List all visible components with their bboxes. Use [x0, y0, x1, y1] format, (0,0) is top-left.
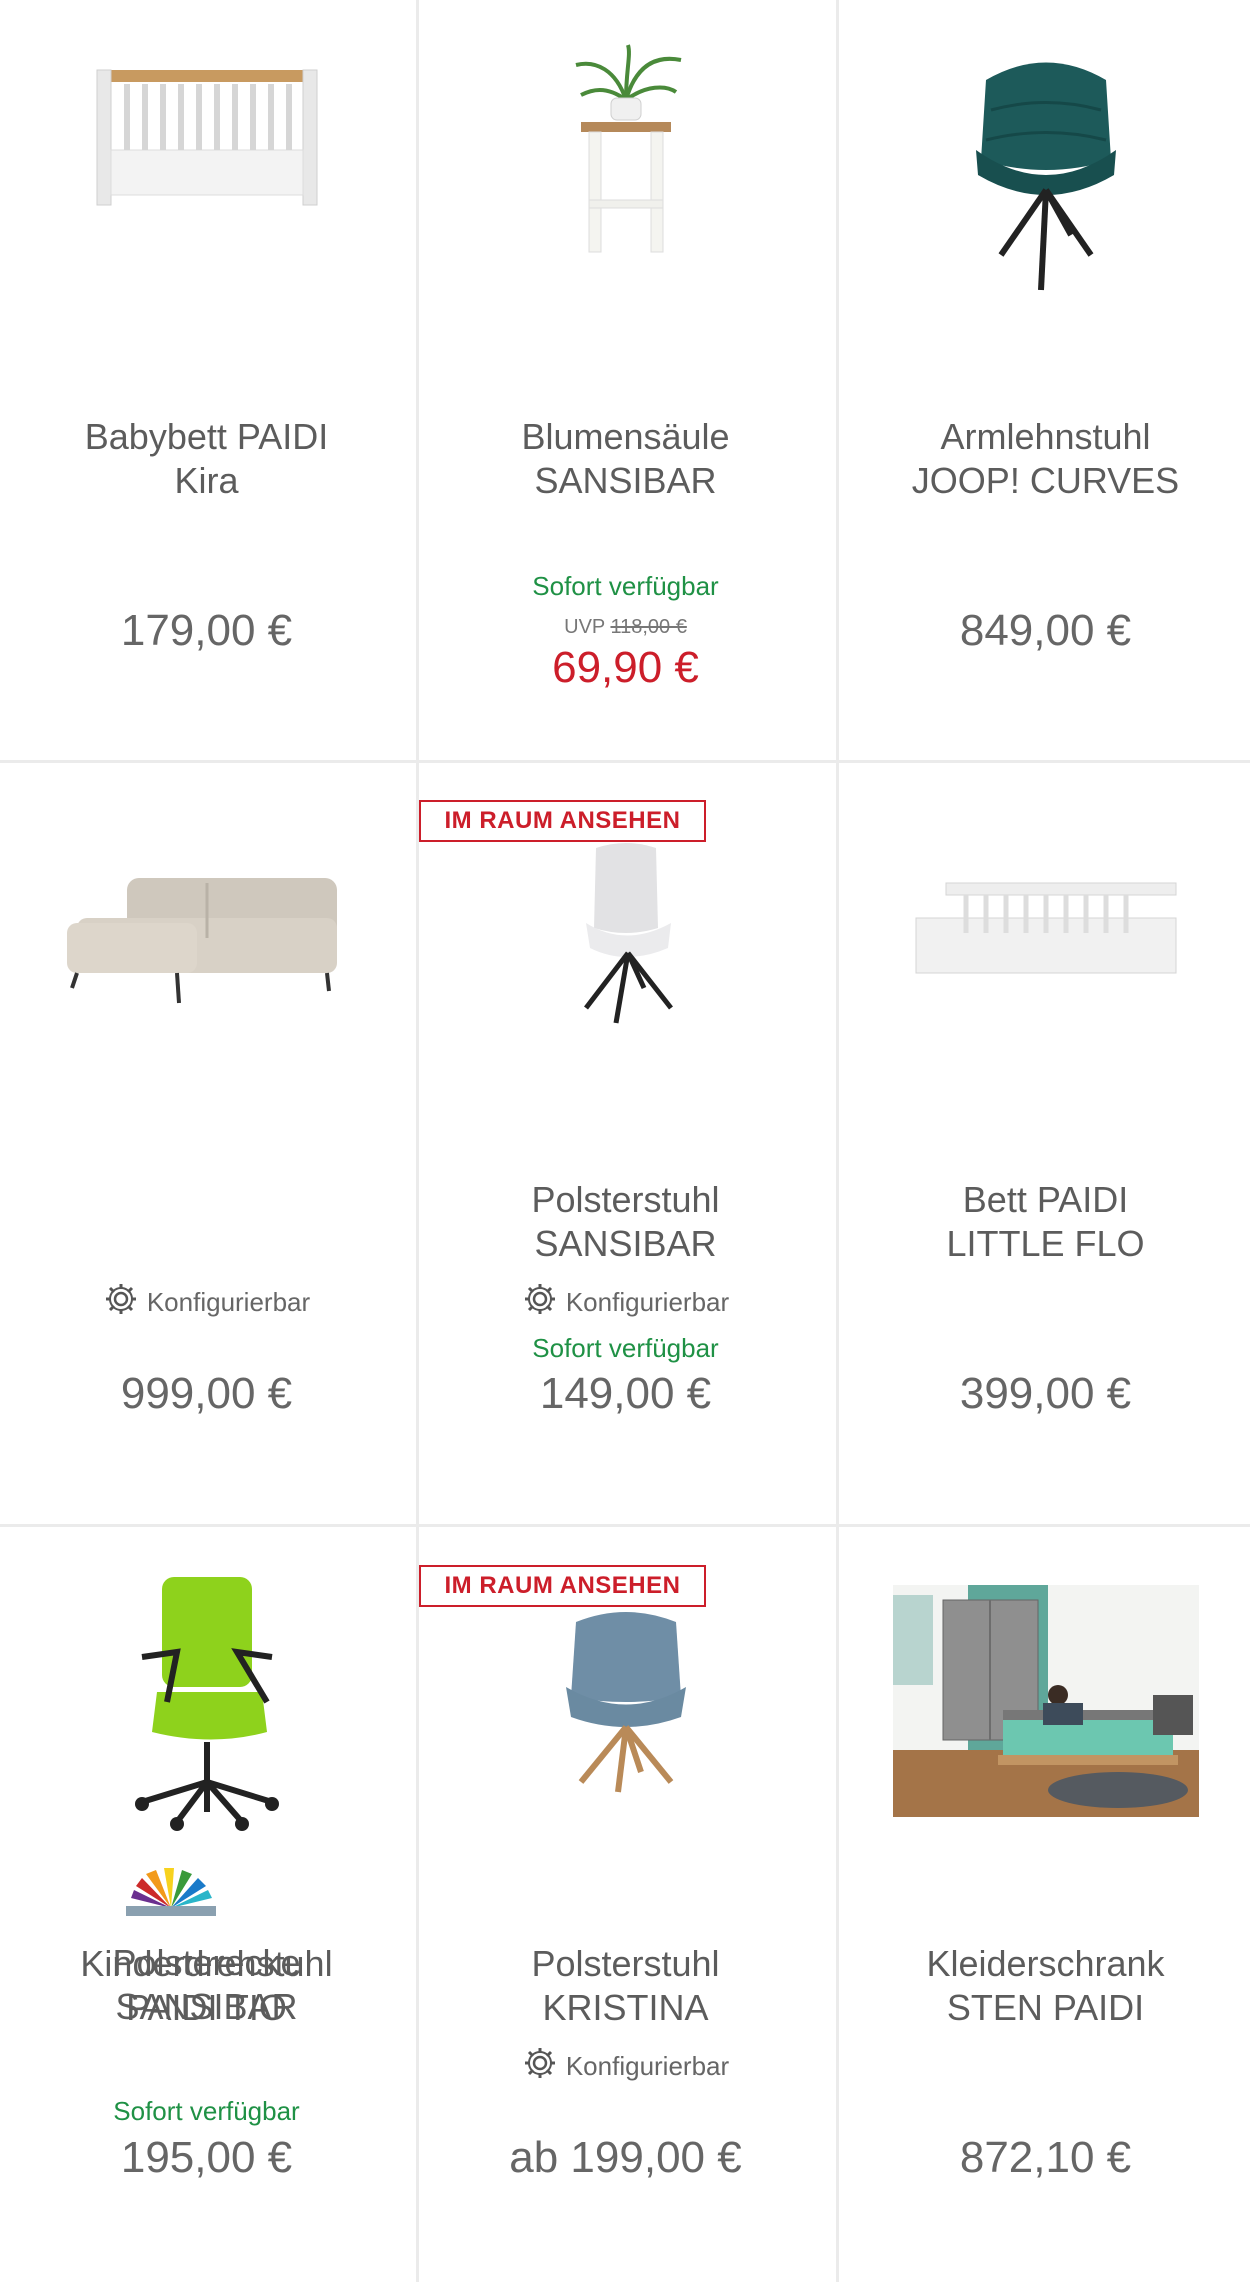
product-name[interactable]: Polsterstuhl KRISTINA	[429, 1942, 822, 2030]
product-card-bett-little-flo[interactable]: Bett PAIDI LITTLE FLO 399,00 €	[839, 763, 1250, 1524]
product-card-polsterecke-sansibar[interactable]: Polsterecke SANSIBAR Konfigurierbar 999,0…	[0, 763, 413, 2027]
availability-label: Sofort verfügbar	[532, 571, 719, 601]
product-price: 872,10 €	[959, 2133, 1132, 2182]
product-name[interactable]: Kleiderschrank STEN PAIDI	[849, 1942, 1242, 2030]
product-card-polsterstuhl-kristina[interactable]: Polsterstuhl KRISTINA Konfigurierbar ab 1…	[419, 1527, 832, 2288]
availability-label: Sofort verfügbar	[113, 2096, 300, 2126]
product-price: 999,00 €	[120, 1369, 293, 1418]
corner-sofa-image[interactable]	[0, 863, 413, 1163]
product-price: 179,00 €	[120, 606, 293, 655]
product-card-kinderdrehstuhl-tio[interactable]: Kinderdrehstuhl PAIDI TIO Sofort verfügba…	[0, 1527, 413, 2288]
product-card-polsterstuhl-sansibar[interactable]: Polsterstuhl SANSIBAR Konfigurierbar Sofo…	[419, 763, 832, 1524]
product-name[interactable]: Bett PAIDI LITTLE FLO	[849, 1178, 1242, 1266]
product-grid: Babybett PAIDI Kira 179,00 € Blumensäule S…	[0, 0, 1250, 2282]
availability-label: Sofort verfügbar	[532, 1333, 719, 1363]
product-card-armlehnstuhl-joop[interactable]: Armlehnstuhl JOOP! CURVES 849,00 €	[839, 0, 1250, 761]
product-name[interactable]: Babybett PAIDI Kira	[10, 415, 403, 503]
gear-icon	[103, 1281, 139, 1324]
product-price: 399,00 €	[959, 1369, 1132, 1418]
product-card-babybett-kira[interactable]: Babybett PAIDI Kira 179,00 €	[0, 0, 413, 761]
armchair-image[interactable]	[839, 40, 1250, 340]
chair-image[interactable]	[419, 838, 832, 1138]
configurable-label: Konfigurierbar	[419, 1281, 832, 1324]
configurable-label: Konfigurierbar	[0, 1281, 413, 1324]
plant-stand-image[interactable]	[419, 40, 832, 340]
swivel-chair-image[interactable]	[419, 1607, 832, 1907]
gear-icon	[522, 2045, 558, 2088]
product-card-kleiderschrank-sten[interactable]: Kleiderschrank STEN PAIDI 872,10 €	[839, 1527, 1250, 2288]
product-name[interactable]: Polsterstuhl SANSIBAR	[429, 1178, 822, 1266]
product-card-blumensaeule-sansibar[interactable]: Blumensäule SANSIBAR Sofort verfügbar UVP…	[419, 0, 832, 761]
uvp-price: UVP 118,00 €	[564, 616, 687, 638]
product-name[interactable]: Armlehnstuhl JOOP! CURVES	[849, 415, 1242, 503]
product-name[interactable]: Kinderdrehstuhl PAIDI TIO	[10, 1942, 403, 2030]
product-price: ab 199,00 €	[509, 2133, 742, 2182]
gear-icon	[522, 1281, 558, 1324]
product-name[interactable]: Blumensäule SANSIBAR	[429, 415, 822, 503]
bedroom-photo-image[interactable]	[839, 1585, 1250, 1885]
product-price: 849,00 €	[959, 606, 1132, 655]
view-in-room-badge[interactable]: IM RAUM ANSEHEN	[419, 800, 706, 842]
configurable-label: Konfigurierbar	[419, 2045, 832, 2088]
office-chair-image[interactable]	[0, 1572, 413, 1872]
view-in-room-badge[interactable]: IM RAUM ANSEHEN	[419, 1565, 706, 1607]
sale-price: 69,90 €	[552, 643, 699, 692]
kids-bed-image[interactable]	[839, 873, 1250, 1173]
crib-image[interactable]	[0, 40, 413, 340]
product-price: 195,00 €	[120, 2133, 293, 2182]
product-price: 149,00 €	[539, 1369, 712, 1418]
